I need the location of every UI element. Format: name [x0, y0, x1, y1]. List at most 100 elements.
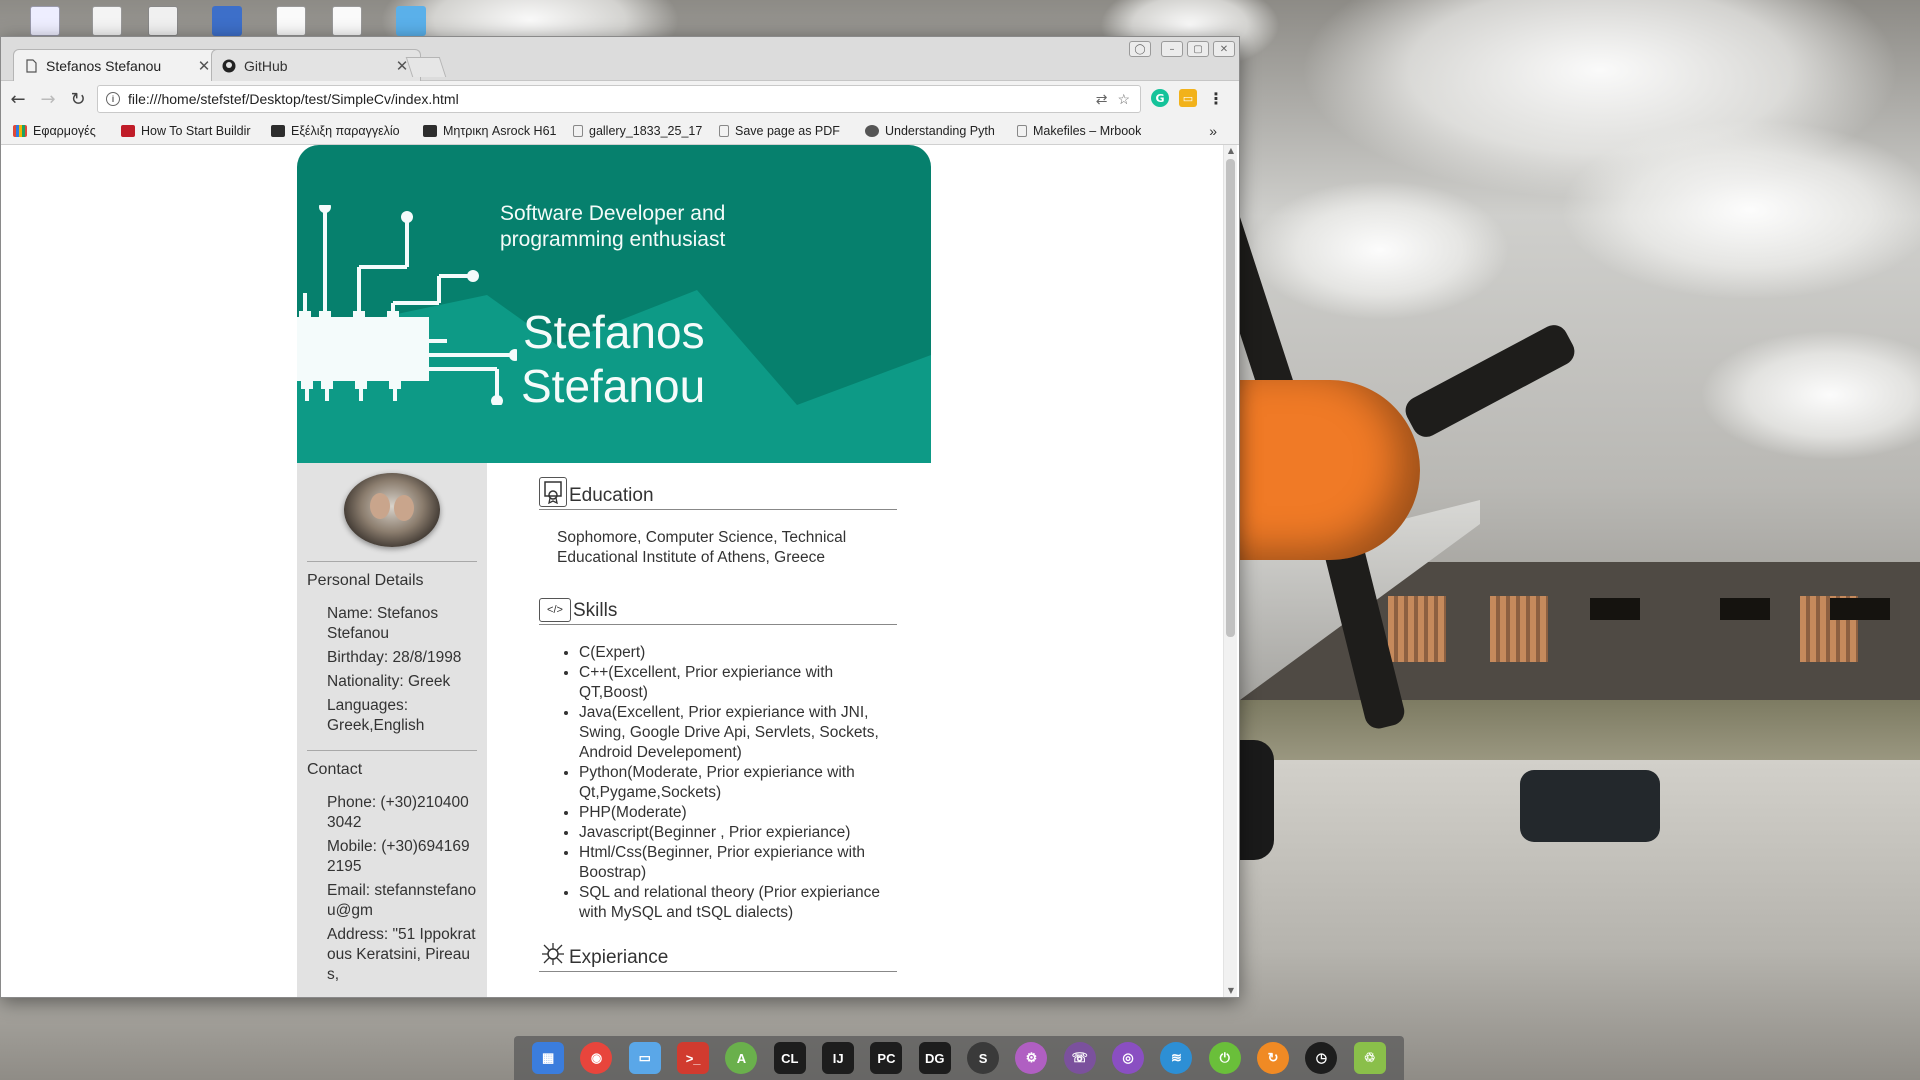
browser-window: Stefanos Stefanou ✕ GitHub ✕ ◯ – ▢ ✕ ← →… [0, 36, 1240, 998]
extension-icon[interactable]: ▭ [1179, 89, 1197, 107]
github-icon [222, 58, 236, 74]
menu-icon[interactable]: ⋮ [1207, 89, 1225, 108]
intellij-icon[interactable]: IJ [822, 1042, 855, 1074]
bookmark-asrock[interactable]: Μητρικη Asrock H61 [423, 124, 561, 138]
folder-desktop-icon[interactable] [396, 6, 426, 36]
sublime-icon[interactable]: S [967, 1042, 1000, 1074]
pycharm-icon[interactable]: PC [870, 1042, 903, 1074]
education-section-header: Education [539, 477, 897, 510]
close-icon[interactable]: ✕ [196, 57, 212, 75]
info-icon[interactable]: i [106, 92, 120, 106]
screenshot-icon[interactable]: ◎ [1112, 1042, 1145, 1074]
list-item: Address: "51 Ippokratous Keratsini, Pire… [327, 926, 476, 983]
close-window-button[interactable]: ✕ [1213, 41, 1235, 57]
url-text[interactable]: file:///home/stefstef/Desktop/test/Simpl… [128, 91, 1096, 107]
settings-icon[interactable]: ⚙ [1015, 1042, 1048, 1074]
avatar [344, 473, 440, 547]
bookmark-understanding-python[interactable]: Understanding Pyth [865, 124, 1005, 138]
scroll-down-arrow-icon[interactable]: ▼ [1224, 985, 1238, 997]
bookmark-save-pdf[interactable]: Save page as PDF [719, 124, 853, 138]
list-item: Python(Moderate, Prior expieriance with … [579, 763, 897, 803]
reload-icon[interactable]: ↻ [65, 86, 91, 112]
certificate-icon [539, 477, 567, 507]
list-item: Languages: Greek,English [327, 697, 425, 734]
list-item: Html/Css(Beginner, Prior expieriance wit… [579, 843, 897, 883]
personal-details-list: Name: Stefanos Stefanou Birthday: 28/8/1… [307, 604, 477, 736]
bookmark-gallery[interactable]: gallery_1833_25_17 [573, 124, 707, 138]
network-icon [539, 939, 567, 969]
cv-page: Software Developer and programming enthu… [297, 145, 931, 997]
cv-header-banner: Software Developer and programming enthu… [297, 145, 931, 463]
more-bookmarks-button[interactable]: » [1209, 123, 1217, 139]
scroll-up-arrow-icon[interactable]: ▲ [1224, 145, 1238, 157]
skills-heading: Skills [573, 600, 618, 621]
skills-section-header: </> Skills [539, 598, 897, 625]
bookmark-how-to-start[interactable]: How To Start Buildir [121, 124, 259, 138]
experience-section-header: Expieriance [539, 939, 897, 972]
cv-body: Personal Details Name: Stefanos Stefanou… [297, 463, 931, 997]
list-item: C++(Excellent, Prior expieriance with QT… [579, 663, 897, 703]
terminal-icon[interactable]: >_ [677, 1042, 710, 1074]
clion-icon[interactable]: CL [773, 1042, 806, 1074]
address-bar[interactable]: i file:///home/stefstef/Desktop/test/Sim… [97, 85, 1141, 113]
translate-icon[interactable]: ⇄ [1096, 91, 1108, 108]
files-icon[interactable]: ▭ [628, 1042, 661, 1074]
bookmark-makefiles[interactable]: Makefiles – Mrbook [1017, 124, 1157, 138]
datagrip-icon[interactable]: DG [918, 1042, 951, 1074]
text-file-desktop-icon[interactable] [276, 6, 306, 36]
app-launcher-icon[interactable]: ▦ [532, 1042, 565, 1074]
android-studio-icon[interactable]: A [725, 1042, 758, 1074]
tab-title: Stefanos Stefanou [46, 57, 162, 74]
back-arrow-icon[interactable]: ← [5, 86, 31, 112]
star-icon[interactable]: ☆ [1117, 91, 1130, 108]
clock-icon[interactable]: ◷ [1305, 1042, 1338, 1074]
skills-list: C(Expert) C++(Excellent, Prior expierian… [539, 643, 897, 923]
list-item: SQL and relational theory (Prior expieri… [579, 883, 897, 923]
update-icon[interactable]: ↻ [1257, 1042, 1290, 1074]
grammarly-icon[interactable]: G [1151, 89, 1169, 107]
document-desktop-icon[interactable] [92, 6, 122, 36]
wifi-icon[interactable]: ≋ [1160, 1042, 1193, 1074]
text-file-desktop-icon[interactable] [332, 6, 362, 36]
list-item: Mobile: (+30)6941692195 [327, 838, 470, 875]
page-icon [719, 124, 729, 137]
minimize-button[interactable]: – [1161, 41, 1183, 57]
education-heading: Education [569, 485, 654, 506]
bookmark-favicon [121, 124, 135, 137]
scrollbar-thumb[interactable] [1226, 159, 1235, 637]
trash-icon[interactable]: ♲ [1353, 1042, 1386, 1074]
list-item: Javascript(Beginner , Prior expieriance) [579, 823, 897, 843]
experience-heading: Expieriance [569, 947, 669, 968]
forward-arrow-icon[interactable]: → [35, 86, 61, 112]
user-profile-icon[interactable]: ◯ [1129, 41, 1151, 57]
divider [307, 750, 477, 751]
tab-stefanos-stefanou[interactable]: Stefanos Stefanou ✕ [13, 49, 223, 81]
maximize-button[interactable]: ▢ [1187, 41, 1209, 57]
document-desktop-icon[interactable] [30, 6, 60, 36]
list-item: Nationality: Greek [327, 673, 451, 690]
bookmark-order-status[interactable]: Εξέλιξη παραγγελίο [271, 124, 411, 138]
page-viewport: Software Developer and programming enthu… [1, 145, 1223, 997]
chrome-icon[interactable]: ◉ [580, 1042, 613, 1074]
bookmarks-bar: Εφαρμογές How To Start Buildir Εξέλιξη π… [1, 117, 1239, 145]
viber-icon[interactable]: ☏ [1063, 1042, 1096, 1074]
window-desktop-icon[interactable] [148, 6, 178, 36]
bookmark-favicon [271, 124, 285, 137]
contact-list: Phone: (+30)2104003042 Mobile: (+30)6941… [307, 793, 477, 985]
bookmark-apps[interactable]: Εφαρμογές [13, 124, 109, 138]
cv-first-name: Stefanos [523, 306, 705, 358]
tab-title: GitHub [244, 57, 288, 74]
page-scrollbar[interactable]: ▲ ▼ [1223, 145, 1237, 997]
cv-tagline: Software Developer and programming enthu… [500, 202, 726, 251]
taskbar-dock: ▦ ◉ ▭ >_ A CL IJ PC DG S ⚙ ☏ ◎ ≋ ⏻ ↻ ◷ ♲ [514, 1036, 1404, 1080]
cv-main: Education Sophomore, Computer Science, T… [487, 463, 931, 997]
html-file-desktop-icon[interactable] [212, 6, 242, 36]
new-tab-button[interactable] [405, 57, 447, 77]
education-text: Sophomore, Computer Science, Technical E… [557, 529, 847, 566]
list-item: Phone: (+30)2104003042 [327, 794, 469, 831]
tab-github[interactable]: GitHub ✕ [211, 49, 421, 81]
contact-heading: Contact [307, 761, 363, 778]
person-favicon [865, 124, 879, 137]
power-icon[interactable]: ⏻ [1208, 1042, 1241, 1074]
personal-details-heading: Personal Details [307, 572, 424, 589]
